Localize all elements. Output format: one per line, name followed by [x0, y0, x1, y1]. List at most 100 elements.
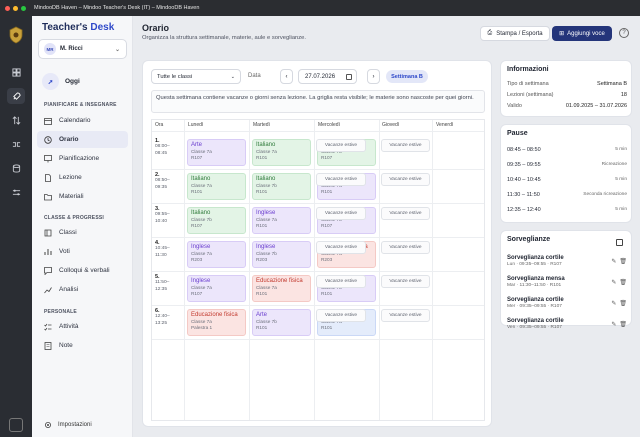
rail-sync-icon[interactable] [7, 112, 25, 128]
sidebar-item-note[interactable]: Note [37, 337, 128, 354]
book-icon [44, 229, 52, 236]
rail-dashboard-icon[interactable] [7, 64, 25, 80]
sidebar-item-impostazioni[interactable]: Impostazioni [44, 421, 92, 429]
lesson-slot[interactable]: IngleseClasse 7aR101 [252, 207, 311, 234]
sidebar-item-analisi[interactable]: Analisi [37, 281, 128, 298]
next-week-button[interactable]: › [367, 69, 380, 84]
lesson-slot[interactable]: ArteClasse 7bR101 [252, 309, 311, 336]
close-window-button[interactable] [5, 5, 10, 11]
trash-icon[interactable]: 🗑 [619, 321, 627, 328]
grid-divider [152, 169, 484, 170]
period-time: 6. 12:40– 13:25 [155, 308, 170, 327]
period-end: 11:30 [155, 252, 167, 258]
break-row: 11:30 – 11:50 Seconda ricreazione [507, 192, 627, 198]
lesson-slot[interactable]: Italiano Classe 7b R101 [252, 173, 311, 200]
add-entry-button[interactable]: ⊞ Aggiungi voce [552, 26, 612, 41]
help-icon[interactable]: ? [619, 28, 629, 38]
sidebar-item-attivita[interactable]: Attività [37, 318, 128, 335]
holiday-slot: Vacanze estive [381, 241, 430, 254]
lesson-slot[interactable]: Italiano Classe 7a R101 [187, 173, 246, 200]
period-start: 08:00– [155, 144, 170, 150]
sidebar-item-orario[interactable]: Orario [37, 131, 128, 148]
chevron-down-icon: ⌄ [230, 73, 235, 80]
lesson-room: R107 [191, 223, 203, 228]
lesson-subject: Arte [256, 312, 268, 318]
edit-icon[interactable]: ✎ [611, 300, 616, 307]
main-content: Orario Organizza la struttura settimanal… [133, 16, 640, 437]
section-personal-label: PERSONALE [44, 309, 77, 315]
chat-icon [44, 266, 52, 275]
print-export-button[interactable]: ⎙ Stampa / Esporta [480, 26, 550, 41]
rail-sliders-icon[interactable] [7, 184, 25, 200]
trash-icon[interactable]: 🗑 [619, 279, 627, 286]
period-end: 10:40 [155, 218, 168, 224]
section-classes-label: CLASSE & PROGRESSI [44, 215, 104, 221]
holiday-slot: Vacanze estive [316, 207, 366, 220]
week-badge: Settimana B [386, 70, 428, 83]
checklist-icon [44, 323, 52, 331]
rail-panel-toggle-icon[interactable] [9, 418, 23, 432]
edit-icon[interactable]: ✎ [611, 279, 616, 286]
holiday-slot: Vacanze estive [316, 139, 366, 152]
supervision-card: Sorveglianze Sorveglianza cortile Lun · 0… [500, 230, 632, 330]
date-input[interactable]: 27.07.2026 [298, 69, 357, 84]
calendar-icon [346, 73, 352, 80]
rail-database-icon[interactable] [7, 160, 25, 176]
trash-icon[interactable]: 🗑 [619, 300, 627, 307]
period-start: 08:50– [155, 178, 170, 184]
rail-connect-icon[interactable] [7, 136, 25, 152]
lesson-subject: Inglese [256, 244, 276, 250]
prev-week-button[interactable]: ‹ [280, 69, 293, 84]
holiday-slot: Vacanze estive [316, 309, 366, 322]
lesson-slot[interactable]: ItalianoClasse 7bR107 [187, 207, 246, 234]
lesson-slot[interactable]: Inglese Classe 7a R203 [187, 241, 246, 268]
user-switcher[interactable]: MR M. Ricci ⌄ [38, 39, 127, 59]
edit-icon[interactable]: ✎ [611, 258, 616, 265]
info-title: Informazioni [507, 66, 549, 73]
period-time: 1. 08:00– 08:45 [155, 138, 170, 157]
minimize-window-button[interactable] [13, 5, 18, 11]
supervision-item: Sorveglianza cortile Ven · 09:35–09:55 · … [507, 318, 627, 330]
maximize-window-button[interactable] [21, 5, 26, 11]
lesson-slot[interactable]: Arte Classe 7a R107 [187, 139, 246, 166]
info-row: Tipo di settimana Settimana B [507, 81, 627, 87]
period-time: 4. 10:45– 11:30 [155, 240, 170, 259]
lesson-slot[interactable]: Italiano Classe 7a R101 [252, 139, 311, 166]
rocket-icon: ➚ [42, 73, 59, 90]
grid-divider [379, 120, 380, 420]
period-time: 3. 09:55– 10:40 [155, 206, 170, 225]
sidebar-item-classi[interactable]: Classi [37, 224, 128, 241]
sidebar-item-pianificazione[interactable]: Pianificazione [37, 150, 128, 167]
sidebar-item-colloqui[interactable]: Colloqui & verbali [37, 262, 128, 279]
lesson-slot[interactable]: Educazione fisica Classe 7a Palestra 1 [187, 309, 246, 336]
lesson-slot[interactable]: Educazione fisica Classe 7a R101 [252, 275, 311, 302]
edit-icon[interactable]: ✎ [611, 321, 616, 328]
info-card: Informazioni Tipo di settimana Settimana … [500, 60, 632, 117]
lesson-slot[interactable]: Inglese Classe 7b R203 [252, 241, 311, 268]
column-header: Giovedì [382, 122, 400, 128]
sidebar-item-calendario[interactable]: Calendario [37, 112, 128, 129]
sidebar-item-lezione[interactable]: Lezione [37, 169, 128, 186]
sidebar-item-voti[interactable]: Voti [37, 243, 128, 260]
rail-rocket-icon[interactable] [7, 88, 25, 104]
column-header: Lunedì [188, 122, 204, 128]
calendar-icon[interactable] [616, 239, 623, 246]
section-plan-label: PIANIFICARE & INSEGNARE [44, 102, 117, 108]
schedule-card: Tutte le classi ⌄ Data ‹ 27.07.2026 › Set… [142, 60, 492, 427]
grid-divider [152, 271, 484, 272]
window-title: MindooDB Haven – Mindoo Teacher's Desk (… [34, 5, 200, 11]
break-row: 08:45 – 08:50 5 min [507, 147, 627, 153]
sidebar-item-materiali[interactable]: Materiali [37, 188, 128, 205]
lesson-slot[interactable]: Inglese Classe 7a R107 [187, 275, 246, 302]
holiday-slot: Vacanze estive [316, 275, 366, 288]
lesson-room: R101 [256, 325, 268, 330]
trash-icon[interactable]: 🗑 [619, 258, 627, 265]
sidebar: Teacher's Desk MR M. Ricci ⌄ ➚ Oggi PIAN… [32, 16, 133, 437]
breaks-card: Pause 08:45 – 08:50 5 min 09:35 – 09:55 Ri… [500, 124, 632, 223]
class-select[interactable]: Tutte le classi ⌄ [151, 69, 241, 84]
period-start: 12:40– [155, 314, 170, 320]
lesson-room: R101 [321, 291, 333, 296]
sidebar-item-oggi[interactable]: ➚ Oggi [42, 73, 80, 90]
lesson-room: R101 [321, 325, 333, 330]
lesson-subject: Italiano [256, 176, 276, 182]
